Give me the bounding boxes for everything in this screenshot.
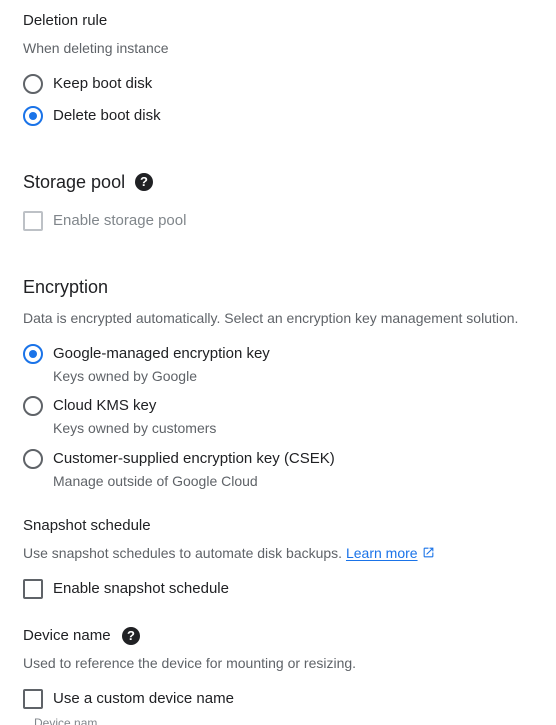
- device-name-title: Device name: [23, 627, 111, 644]
- keep-boot-disk-label[interactable]: Keep boot disk: [53, 75, 152, 92]
- delete-boot-disk-radio[interactable]: [23, 106, 43, 126]
- enable-snapshot-schedule-label[interactable]: Enable snapshot schedule: [53, 580, 229, 597]
- learn-more-link[interactable]: Learn more: [346, 545, 418, 561]
- cloud-kms-key-sub: Keys owned by customers: [53, 420, 217, 436]
- keep-boot-disk-radio[interactable]: [23, 74, 43, 94]
- cloud-kms-key-label[interactable]: Cloud KMS key: [53, 397, 156, 414]
- help-icon[interactable]: ?: [122, 627, 140, 645]
- enable-storage-pool-checkbox: [23, 211, 43, 231]
- device-name-field-label: Device nam: [34, 716, 98, 725]
- storage-pool-title: Storage pool: [23, 172, 126, 192]
- snapshot-schedule-title: Snapshot schedule: [23, 517, 151, 534]
- snapshot-schedule-hint-row: Use snapshot schedules to automate disk …: [23, 545, 435, 561]
- enable-storage-pool-label: Enable storage pool: [53, 212, 187, 229]
- google-managed-key-radio[interactable]: [23, 344, 43, 364]
- deletion-rule-hint: When deleting instance: [23, 40, 169, 56]
- google-managed-key-label[interactable]: Google-managed encryption key: [53, 345, 270, 362]
- custom-device-name-checkbox[interactable]: [23, 689, 43, 709]
- google-managed-key-sub: Keys owned by Google: [53, 368, 197, 384]
- enable-snapshot-schedule-checkbox[interactable]: [23, 579, 43, 599]
- device-name-hint: Used to reference the device for mountin…: [23, 655, 357, 671]
- encryption-title: Encryption: [23, 277, 109, 297]
- encryption-hint: Data is encrypted automatically. Select …: [23, 310, 519, 326]
- snapshot-schedule-hint: Use snapshot schedules to automate disk …: [23, 545, 343, 561]
- deletion-rule-title: Deletion rule: [23, 12, 108, 29]
- custom-device-name-label[interactable]: Use a custom device name: [53, 690, 234, 707]
- external-link-icon[interactable]: [422, 546, 435, 559]
- csek-radio[interactable]: [23, 449, 43, 469]
- disk-settings-panel: Deletion rule When deleting instance Kee…: [0, 0, 556, 725]
- csek-label[interactable]: Customer-supplied encryption key (CSEK): [53, 450, 335, 467]
- cloud-kms-key-radio[interactable]: [23, 396, 43, 416]
- help-icon[interactable]: ?: [135, 173, 153, 191]
- delete-boot-disk-label[interactable]: Delete boot disk: [53, 107, 161, 124]
- csek-sub: Manage outside of Google Cloud: [53, 473, 258, 489]
